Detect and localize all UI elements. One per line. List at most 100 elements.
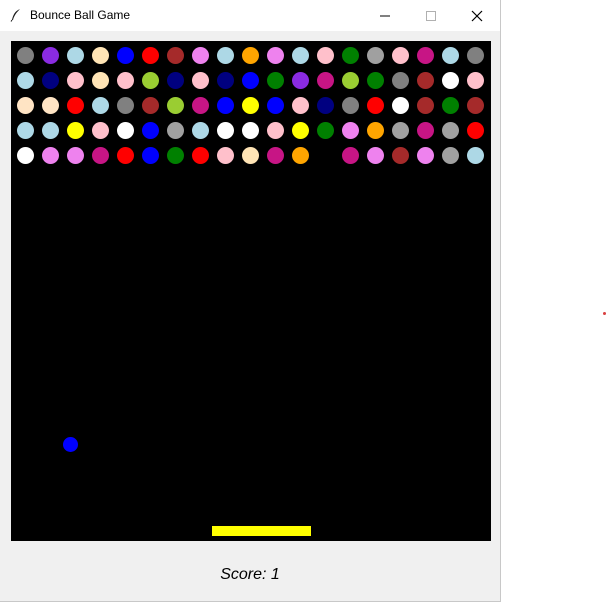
brick — [367, 47, 384, 64]
minimize-button[interactable] — [362, 0, 408, 31]
brick — [217, 72, 234, 89]
brick — [192, 72, 209, 89]
brick — [342, 72, 359, 89]
brick — [342, 47, 359, 64]
brick — [67, 72, 84, 89]
brick — [417, 47, 434, 64]
brick — [117, 147, 134, 164]
brick — [17, 122, 34, 139]
brick — [42, 97, 59, 114]
brick — [117, 97, 134, 114]
brick — [342, 147, 359, 164]
brick — [67, 122, 84, 139]
brick — [42, 72, 59, 89]
brick — [267, 72, 284, 89]
score-label: Score: — [220, 566, 267, 583]
brick — [142, 72, 159, 89]
brick — [117, 122, 134, 139]
brick — [192, 147, 209, 164]
brick — [367, 147, 384, 164]
brick — [217, 147, 234, 164]
brick — [467, 97, 484, 114]
brick — [267, 97, 284, 114]
brick — [142, 122, 159, 139]
brick — [92, 47, 109, 64]
brick — [42, 47, 59, 64]
brick — [142, 47, 159, 64]
ball — [63, 437, 78, 452]
brick — [17, 47, 34, 64]
game-window: Bounce Ball Game Score: 1 — [0, 0, 501, 602]
brick — [417, 147, 434, 164]
brick — [392, 147, 409, 164]
brick — [392, 47, 409, 64]
close-icon — [471, 10, 483, 22]
brick — [292, 47, 309, 64]
brick — [117, 72, 134, 89]
brick — [442, 97, 459, 114]
brick — [217, 47, 234, 64]
brick — [192, 47, 209, 64]
brick — [242, 147, 259, 164]
stray-dot — [603, 312, 606, 315]
brick — [317, 122, 334, 139]
brick — [267, 122, 284, 139]
brick — [42, 147, 59, 164]
brick — [242, 97, 259, 114]
brick — [92, 72, 109, 89]
brick — [367, 122, 384, 139]
brick — [392, 97, 409, 114]
brick — [242, 47, 259, 64]
brick — [17, 147, 34, 164]
brick — [417, 72, 434, 89]
brick — [417, 122, 434, 139]
maximize-icon — [426, 11, 436, 21]
brick — [417, 97, 434, 114]
brick — [317, 47, 334, 64]
brick — [467, 47, 484, 64]
brick — [92, 97, 109, 114]
game-canvas[interactable] — [11, 41, 491, 541]
brick — [67, 97, 84, 114]
brick — [142, 147, 159, 164]
brick — [217, 122, 234, 139]
brick — [292, 122, 309, 139]
brick — [442, 47, 459, 64]
brick — [242, 122, 259, 139]
brick — [67, 47, 84, 64]
brick — [242, 72, 259, 89]
brick — [217, 97, 234, 114]
minimize-icon — [380, 15, 390, 17]
brick — [167, 122, 184, 139]
brick — [92, 122, 109, 139]
brick — [467, 147, 484, 164]
brick — [167, 97, 184, 114]
brick — [292, 72, 309, 89]
brick — [167, 47, 184, 64]
brick — [317, 97, 334, 114]
paddle[interactable] — [212, 526, 311, 536]
brick — [142, 97, 159, 114]
brick — [167, 147, 184, 164]
brick — [42, 122, 59, 139]
brick — [317, 72, 334, 89]
score-display: Score: 1 — [0, 566, 500, 584]
brick — [292, 147, 309, 164]
brick — [342, 122, 359, 139]
brick — [267, 47, 284, 64]
title-bar[interactable]: Bounce Ball Game — [0, 0, 500, 31]
brick — [467, 122, 484, 139]
close-button[interactable] — [454, 0, 500, 31]
brick — [17, 97, 34, 114]
brick — [367, 97, 384, 114]
brick — [17, 72, 34, 89]
maximize-button[interactable] — [408, 0, 454, 31]
brick — [392, 72, 409, 89]
brick — [167, 72, 184, 89]
brick — [442, 147, 459, 164]
brick — [117, 47, 134, 64]
brick — [342, 97, 359, 114]
feather-icon — [9, 8, 23, 22]
window-title: Bounce Ball Game — [30, 8, 131, 22]
score-value: 1 — [270, 566, 280, 583]
